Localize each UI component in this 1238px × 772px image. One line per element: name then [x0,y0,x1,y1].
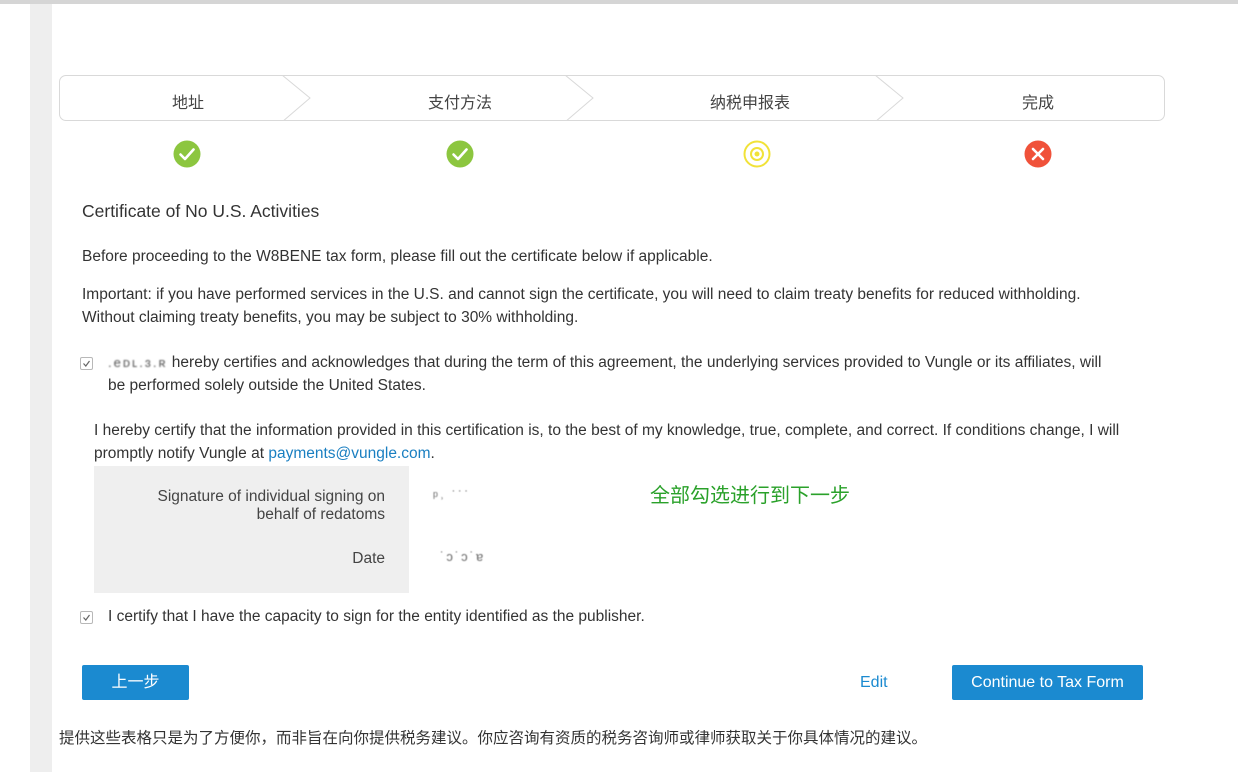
step-progress-bar: 地址 支付方法 纳税申报表 完成 [59,75,1165,121]
check-circle-icon [173,140,201,168]
check-circle-icon [446,140,474,168]
step-complete-label[interactable]: 完成 [958,89,1118,113]
certify-outside-us-statement: hereby certifies and acknowledges that d… [108,354,1102,394]
step-address-label[interactable]: 地址 [108,89,268,113]
step-divider [875,76,904,120]
top-border [0,0,1238,4]
certify-info-statement: I hereby certify that the information pr… [94,422,1120,462]
intro-text: Before proceeding to the W8BENE tax form… [82,248,713,265]
date-value[interactable]: ˙ɔ˙ɔ˙ɐ [440,549,485,564]
error-circle-icon [1024,140,1052,168]
certify-outside-us-checkbox[interactable] [80,357,93,370]
capacity-checkbox[interactable] [80,611,93,624]
redacted-name: .eᴅʟ.ɜ.ʀ [108,355,168,370]
signature-label: Signature of individual signing on behal… [157,488,386,523]
certify-info-text: I hereby certify that the information pr… [94,419,1134,465]
important-text: Important: if you have performed service… [82,286,1081,326]
checkmark-icon [83,360,90,367]
step-divider [565,76,594,120]
certify-info-period: . [430,445,435,462]
edit-link[interactable]: Edit [860,674,888,692]
checkmark-icon [83,614,90,621]
annotation-note: 全部勾选进行到下一步 [650,485,850,507]
continue-to-tax-form-button[interactable]: Continue to Tax Form [952,665,1143,700]
back-button[interactable]: 上一步 [82,665,189,700]
payments-email-link[interactable]: payments@vungle.com [268,445,430,462]
signature-value[interactable]: ᵖ˒ ˙˙˙ [433,488,471,503]
left-gutter [30,4,52,772]
in-progress-circle-icon [743,140,771,168]
step-divider [282,76,311,120]
capacity-text: I certify that I have the capacity to si… [108,608,645,625]
step-payment-label[interactable]: 支付方法 [380,89,540,113]
step-tax-form-label[interactable]: 纳税申报表 [670,89,830,113]
date-label: Date [352,550,385,567]
signature-box: Signature of individual signing on behal… [94,466,409,593]
certify-outside-us-text: .eᴅʟ.ɜ.ʀ hereby certifies and acknowledg… [108,351,1118,397]
footer-disclaimer: 提供这些表格只是为了方便你，而非旨在向你提供税务建议。你应咨询有资质的税务咨询师… [59,730,928,747]
form-title: Certificate of No U.S. Activities [82,201,320,221]
